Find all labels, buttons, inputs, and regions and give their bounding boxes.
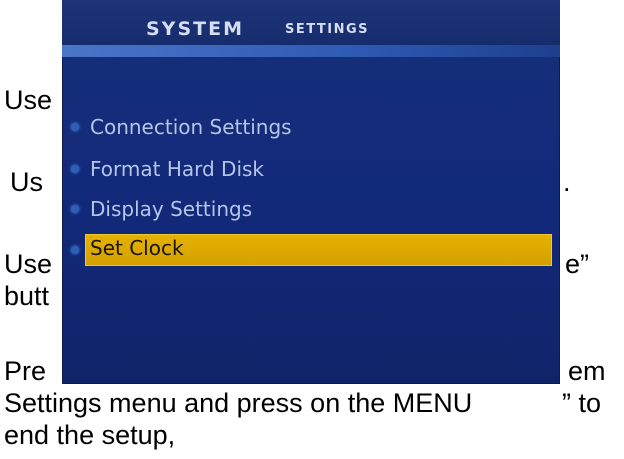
bullet-icon xyxy=(71,205,79,213)
menu-title-main: SYSTEM xyxy=(146,18,244,40)
document-text-fragment: em xyxy=(568,356,606,386)
document-text-line: Settings menu and press on the MENU xyxy=(4,388,473,418)
menu-header: SYSTEM SETTINGS xyxy=(62,0,560,57)
document-text-line: Pre xyxy=(4,356,47,386)
menu-item-label: Set Clock xyxy=(90,236,184,260)
document-text-fragment: . xyxy=(563,167,571,197)
menu-item-label: Display Settings xyxy=(90,197,253,221)
menu-item-set-clock[interactable]: Set Clock xyxy=(62,234,560,268)
document-text-line: Us xyxy=(10,167,43,197)
header-underline-bar xyxy=(62,45,560,57)
menu-item-label: Connection Settings xyxy=(90,115,292,139)
document-text-line: Use xyxy=(4,249,53,279)
system-settings-menu: SYSTEM SETTINGS Connection Settings Form… xyxy=(62,0,560,384)
menu-title-sub: SETTINGS xyxy=(285,22,370,37)
menu-item-label: Format Hard Disk xyxy=(90,157,265,181)
document-text-fragment: ” to xyxy=(562,388,602,418)
menu-item-display-settings[interactable]: Display Settings xyxy=(62,193,560,227)
document-text-line: butt xyxy=(4,281,50,311)
bullet-icon xyxy=(71,165,79,173)
bullet-icon xyxy=(71,123,79,131)
menu-item-connection-settings[interactable]: Connection Settings xyxy=(62,111,560,145)
document-text-fragment: e” xyxy=(565,249,590,279)
menu-item-format-hard-disk[interactable]: Format Hard Disk xyxy=(62,153,560,187)
bullet-icon xyxy=(71,246,79,254)
document-text-line: end the setup, xyxy=(4,420,176,450)
document-text-line: Use xyxy=(4,85,53,115)
